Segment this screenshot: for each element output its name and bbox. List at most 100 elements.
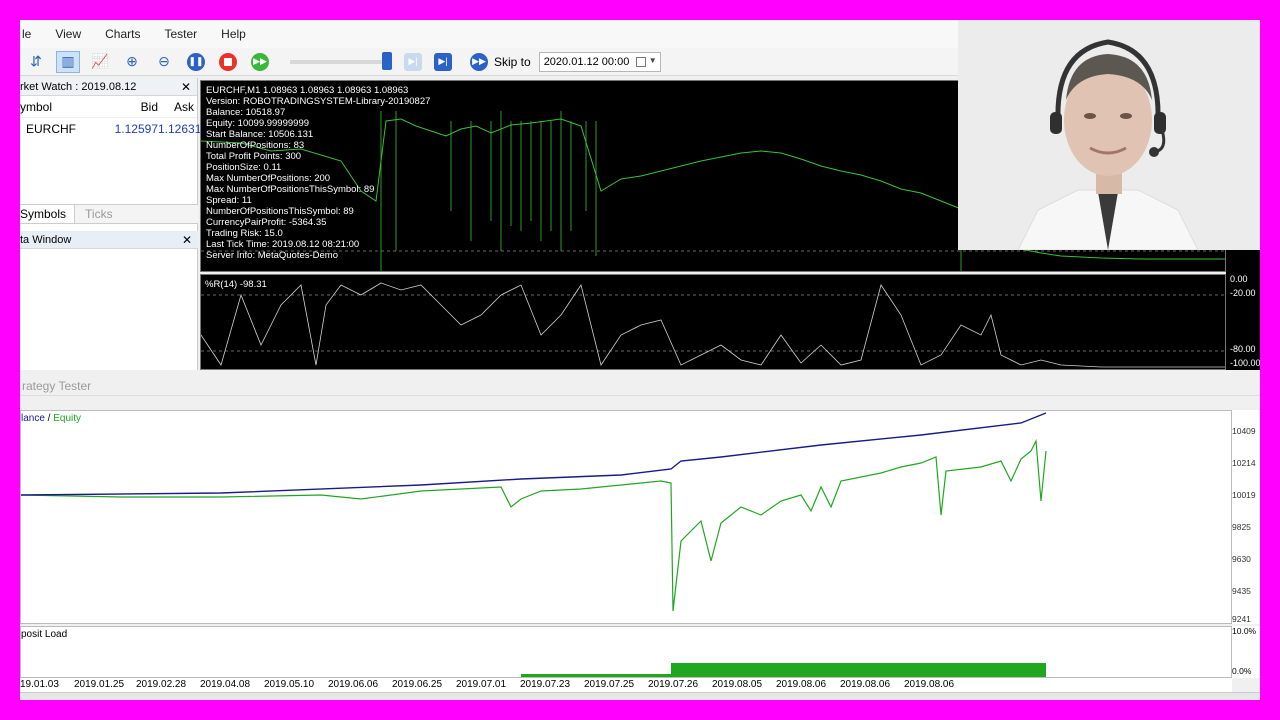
stop-button[interactable] xyxy=(216,51,240,73)
balance-axis: 10409 10214 10019 9825 9630 9435 9241 xyxy=(1232,410,1260,624)
balance-axis-label: 9630 xyxy=(1232,554,1251,564)
step-end-icon[interactable]: ▶| xyxy=(434,52,452,71)
date-label: 2019.06.25 xyxy=(392,679,443,690)
row-bid: 1.12597 xyxy=(114,122,158,136)
row-ask: 1.12631 xyxy=(158,122,202,136)
equity-line xyxy=(21,438,1047,612)
bar-chart-icon[interactable]: ⇵ xyxy=(24,51,48,73)
legend-separator: / xyxy=(44,413,54,424)
deposit-load-chart[interactable]: posit Load xyxy=(20,626,1232,678)
balance-legend: lance / Equity xyxy=(21,413,81,424)
webcam-overlay xyxy=(958,20,1260,250)
row-symbol: EURCHF xyxy=(26,122,76,136)
legend-equity: Equity xyxy=(53,413,82,424)
date-label: 2019.07.26 xyxy=(648,679,699,690)
close-icon[interactable]: ✕ xyxy=(181,80,191,94)
chevron-down-icon[interactable]: ▼ xyxy=(649,56,657,65)
deposit-axis-label: 10.0% xyxy=(1232,626,1257,636)
oscillator-line xyxy=(201,282,1225,368)
col-symbol[interactable]: ymbol xyxy=(20,100,100,114)
menu-view[interactable]: View xyxy=(43,27,93,41)
date-label: 2019.07.25 xyxy=(584,679,635,690)
market-watch-header: ymbol Bid Ask xyxy=(20,96,197,118)
data-window-title: ta Window ✕ xyxy=(20,231,198,249)
info-line: Server Info: MetaQuotes-Demo xyxy=(206,250,338,261)
deposit-load-bars xyxy=(521,674,671,677)
legend-balance: lance xyxy=(21,413,45,424)
presenter-figure xyxy=(958,20,1260,250)
candle-chart-icon[interactable]: ▥ xyxy=(56,50,80,73)
table-row[interactable]: EURCHF 1.12597 1.12631 xyxy=(20,118,202,140)
balance-axis-label: 10409 xyxy=(1232,426,1256,436)
col-bid[interactable]: Bid xyxy=(100,100,158,114)
market-watch-title: rket Watch : 2019.08.12 ✕ xyxy=(20,78,197,96)
deposit-load-label: posit Load xyxy=(21,629,68,640)
balance-axis-label: 9435 xyxy=(1232,586,1251,596)
info-line: EURCHF,M1 1.08963 1.08963 1.08963 1.0896… xyxy=(206,85,409,96)
tab-symbols[interactable]: Symbols xyxy=(20,205,76,223)
osc-axis-label: -20.00 xyxy=(1230,288,1256,298)
info-line: Spread: 11 xyxy=(206,195,252,206)
zoom-out-icon[interactable]: ⊖ xyxy=(152,51,176,73)
info-line: Version: ROBOTRADINGSYSTEM-Library-20190… xyxy=(206,96,431,107)
data-window-panel: ta Window ✕ xyxy=(20,231,198,249)
price-spikes xyxy=(380,111,962,271)
menu-help[interactable]: Help xyxy=(209,27,258,41)
market-watch-title-text: rket Watch : 2019.08.12 xyxy=(20,80,137,93)
line-chart-icon[interactable]: 📈 xyxy=(88,51,112,73)
col-ask[interactable]: Ask xyxy=(158,100,194,114)
speed-slider[interactable] xyxy=(290,51,392,70)
calendar-icon[interactable] xyxy=(635,56,646,67)
date-label: 19.01.03 xyxy=(20,679,59,690)
stop-icon xyxy=(219,52,237,71)
balance-axis-label: 9825 xyxy=(1232,522,1251,532)
info-line: Last Tick Time: 2019.08.12 08:21:00 xyxy=(206,239,360,250)
chart-info-text: EURCHF,M1 1.08963 1.08963 1.08963 1.0896… xyxy=(206,85,430,261)
close-icon[interactable]: ✕ xyxy=(182,233,192,247)
skip-to-date-input[interactable]: 2020.01.12 00:00 ▼ xyxy=(538,51,661,72)
date-label: 2019.02.28 xyxy=(136,679,187,690)
deposit-axis-label: 0.0% xyxy=(1232,666,1252,676)
pause-button[interactable]: ❚❚ xyxy=(184,51,208,73)
deposit-load-axis: 10.0% 0.0% xyxy=(1232,626,1260,678)
balance-axis-label: 9241 xyxy=(1232,614,1251,624)
date-label: 2019.01.25 xyxy=(74,679,125,690)
status-bar xyxy=(20,692,1260,700)
osc-axis-label: -80.00 xyxy=(1230,344,1256,354)
speed-slider-thumb[interactable] xyxy=(382,51,392,70)
skip-to-label: Skip to xyxy=(494,54,531,69)
zoom-in-icon[interactable]: ⊕ xyxy=(120,51,144,73)
oscillator-chart[interactable]: %R(14) -98.31 xyxy=(200,274,1226,370)
osc-axis-label: -100.00 xyxy=(1230,358,1260,368)
market-watch-tabs: Symbols Ticks xyxy=(20,204,198,224)
date-label: 2019.08.06 xyxy=(776,679,827,690)
balance-equity-chart[interactable]: lance / Equity xyxy=(20,410,1232,624)
balance-equity-plot xyxy=(21,412,1047,612)
date-label: 2019.08.06 xyxy=(840,679,891,690)
oscillator-plot xyxy=(201,282,1225,368)
date-label: 2019.07.23 xyxy=(520,679,571,690)
menu-charts[interactable]: Charts xyxy=(93,27,152,41)
skip-to-group: ▶▶ Skip to 2020.01.12 00:00 ▼ xyxy=(470,51,661,72)
info-line: Equity: 10099.99999999 xyxy=(206,118,310,129)
info-line: Max NumberOfPositionsThisSymbol: 89 xyxy=(206,184,375,195)
market-watch-panel: rket Watch : 2019.08.12 ✕ ymbol Bid Ask … xyxy=(20,78,202,370)
skip-to-date-value: 2020.01.12 00:00 xyxy=(543,55,630,68)
play-button[interactable]: ▶▶ xyxy=(248,51,272,73)
balance-line xyxy=(21,412,1047,496)
date-label: 2019.07.01 xyxy=(456,679,507,690)
tab-ticks[interactable]: Ticks xyxy=(75,205,121,223)
menu-file[interactable]: le xyxy=(20,27,43,41)
date-label: 2019.08.06 xyxy=(904,679,955,690)
deposit-load-plot xyxy=(521,663,1046,677)
date-axis: 19.01.03 2019.01.25 2019.02.28 2019.04.0… xyxy=(20,678,1232,692)
deposit-load-bars xyxy=(671,663,1046,677)
osc-axis-label: 0.00 xyxy=(1230,274,1248,284)
info-line: CurrencyPairProfit: -5364.35 xyxy=(206,217,327,228)
menu-tester[interactable]: Tester xyxy=(152,27,209,41)
step-forward-icon[interactable]: ▶| xyxy=(404,52,422,71)
skip-to-icon[interactable]: ▶▶ xyxy=(470,52,488,71)
oscillator-axis: 0.00 -20.00 -80.00 -100.00 xyxy=(1226,274,1260,370)
info-line: Balance: 10518.97 xyxy=(206,107,286,118)
info-line: PositionSize: 0.11 xyxy=(206,162,282,173)
